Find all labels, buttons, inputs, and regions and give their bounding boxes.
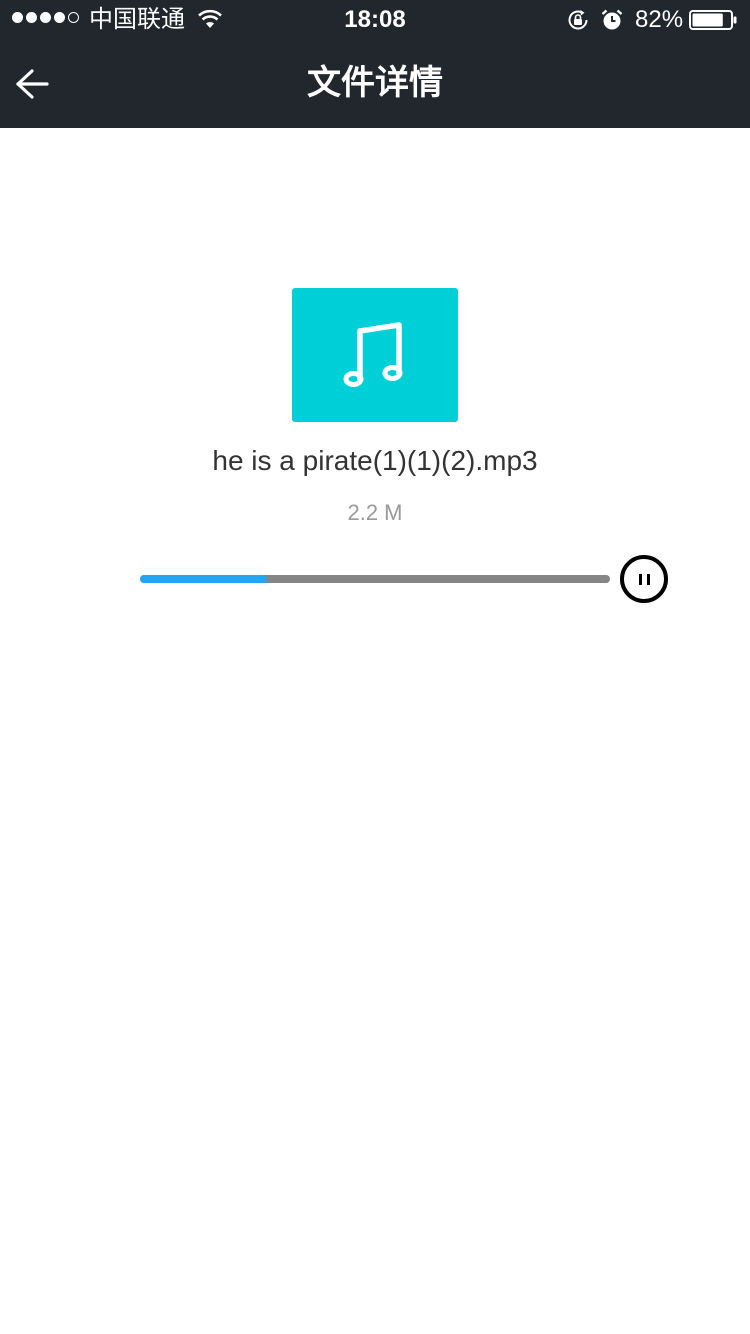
file-type-thumbnail [292, 288, 458, 422]
file-size: 2.2 M [347, 500, 403, 525]
alarm-icon [601, 9, 623, 30]
music-note-icon [343, 322, 403, 387]
page-title: 文件详情 [307, 64, 443, 102]
battery-percent: 82% [635, 6, 684, 33]
file-detail-screen: 中国联通 18:08 82% 文件详情 he is a pirate(1)(1)… [0, 0, 750, 1334]
audio-progress-bar[interactable] [140, 575, 610, 583]
audio-progress-fill [140, 575, 267, 583]
nav-bar: 文件详情 [0, 40, 750, 128]
battery-icon [689, 10, 737, 30]
rotation-lock-icon [568, 10, 588, 30]
status-bar: 中国联通 18:08 82% [0, 0, 750, 40]
pause-icon [638, 573, 642, 585]
file-name: he is a pirate(1)(1)(2).mp3 [212, 445, 538, 476]
pause-icon [646, 573, 650, 585]
pause-button[interactable] [620, 555, 668, 603]
